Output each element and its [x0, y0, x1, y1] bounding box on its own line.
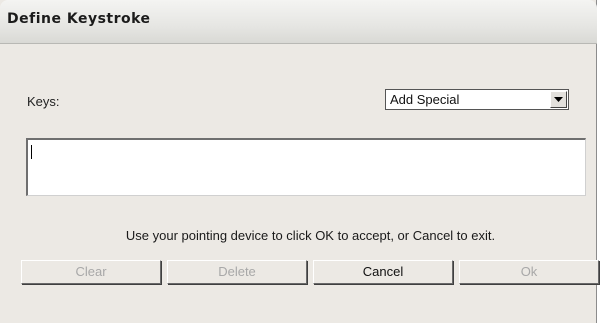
- window-title: Define Keystroke: [7, 11, 151, 27]
- add-special-selected-value: Add Special: [390, 92, 460, 107]
- keys-label: Keys:: [27, 94, 60, 109]
- text-caret: [31, 145, 32, 159]
- title-bar[interactable]: Define Keystroke: [0, 0, 597, 44]
- chevron-down-icon: [554, 97, 563, 102]
- delete-button[interactable]: Delete: [167, 260, 307, 284]
- clear-button[interactable]: Clear: [21, 260, 161, 284]
- define-keystroke-dialog: Define Keystroke Keys: Add Special Use y…: [0, 0, 599, 323]
- cancel-button[interactable]: Cancel: [313, 260, 453, 284]
- keystroke-input-field[interactable]: [26, 138, 586, 196]
- dropdown-arrow-button[interactable]: [550, 91, 567, 108]
- ok-button[interactable]: Ok: [459, 260, 599, 284]
- add-special-dropdown[interactable]: Add Special: [385, 89, 569, 110]
- instructions-text: Use your pointing device to click OK to …: [125, 228, 496, 243]
